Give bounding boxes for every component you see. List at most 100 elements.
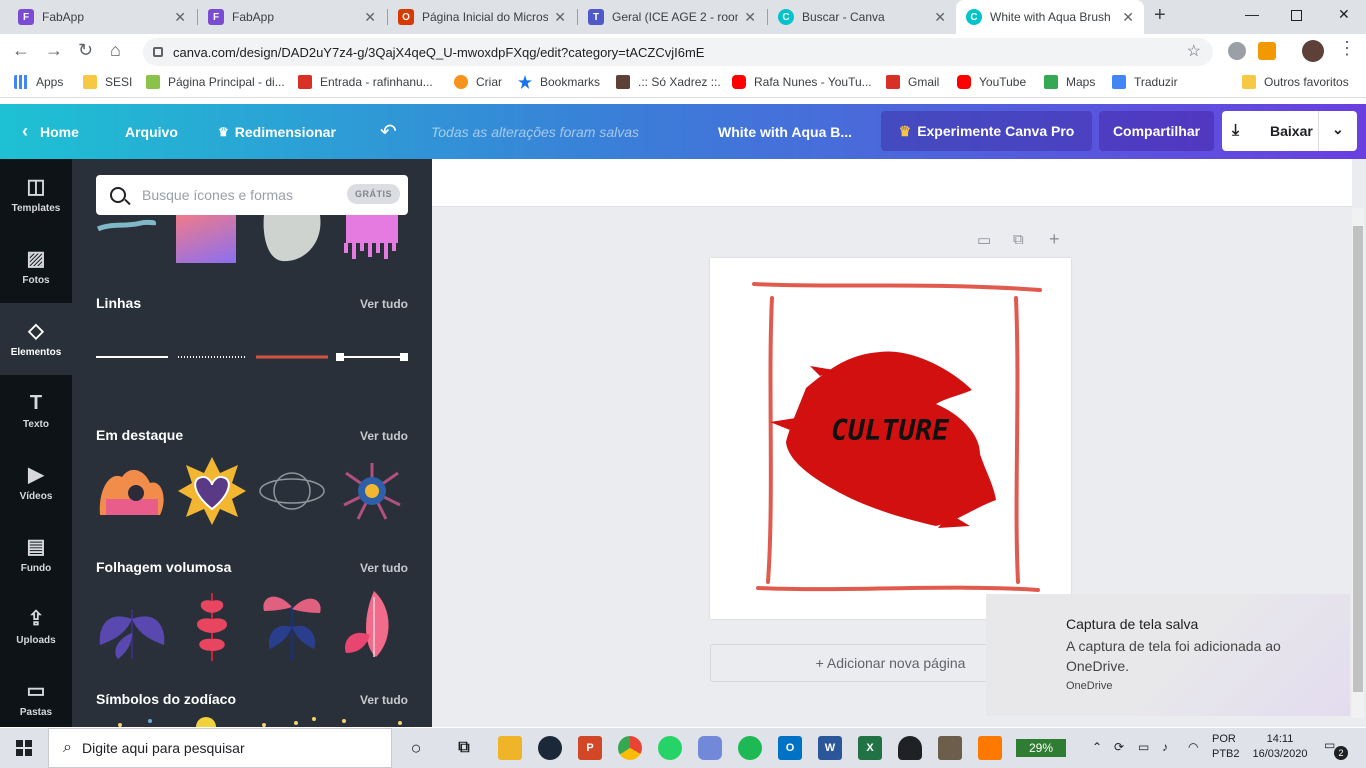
forward-icon[interactable]: → xyxy=(45,40,63,61)
rail-item-videos[interactable]: ▶ Vídeos xyxy=(0,447,72,519)
bookmark-rafa-nunes[interactable]: Rafa Nunes - YouTu... xyxy=(732,75,872,89)
avatar[interactable] xyxy=(1302,40,1324,62)
foliage-thumbnail[interactable] xyxy=(336,587,408,663)
foliage-thumbnail[interactable] xyxy=(256,587,328,663)
chrome-icon[interactable] xyxy=(618,736,642,760)
see-all-featured-link[interactable]: Ver tudo xyxy=(360,429,408,443)
bookmark-star-icon[interactable]: ☆ xyxy=(1187,41,1201,61)
bookmark-criar[interactable]: Criar xyxy=(454,75,502,89)
share-button[interactable]: Compartilhar xyxy=(1099,111,1214,151)
zodiac-thumbnail[interactable] xyxy=(256,715,328,727)
resize-button[interactable]: ♛ Redimensionar xyxy=(218,104,336,159)
avast-icon[interactable] xyxy=(978,736,1002,760)
address-bar[interactable]: canva.com/design/DAD2uY7z4-g/3QajX4qeQ_U… xyxy=(143,38,1213,66)
people-icon[interactable] xyxy=(898,736,922,760)
close-tab-icon[interactable]: ✕ xyxy=(934,9,946,26)
bookmark-apps[interactable]: Apps xyxy=(14,75,63,89)
whatsapp-icon[interactable] xyxy=(658,736,682,760)
zodiac-thumbnail[interactable] xyxy=(336,715,408,727)
key-extension-icon[interactable] xyxy=(1258,42,1276,60)
screenshot-saved-notification[interactable]: Captura de tela salva A captura de tela … xyxy=(986,594,1350,716)
zodiac-thumbnail[interactable] xyxy=(96,715,168,727)
browser-tab[interactable]: F FabApp ✕ xyxy=(8,0,196,34)
word-icon[interactable]: W xyxy=(818,736,842,760)
zodiac-thumbnail[interactable] xyxy=(176,715,248,727)
sync-icon[interactable]: ⟳ xyxy=(1114,740,1124,754)
rail-item-background[interactable]: ▤ Fundo xyxy=(0,519,72,591)
back-icon[interactable]: ← xyxy=(12,40,30,61)
design-page[interactable]: CULTURE xyxy=(710,258,1071,619)
task-view-icon[interactable]: ⧉ xyxy=(452,736,476,760)
close-tab-icon[interactable]: ✕ xyxy=(744,9,756,26)
bookmark-entrada[interactable]: Entrada - rafinhanu... xyxy=(298,75,433,89)
discord-icon[interactable] xyxy=(698,736,722,760)
bookmark-outros-favoritos[interactable]: Outros favoritos xyxy=(1242,75,1349,89)
line-brush[interactable] xyxy=(256,349,328,365)
see-all-zodiac-link[interactable]: Ver tudo xyxy=(360,693,408,707)
powerpoint-icon[interactable]: P xyxy=(578,736,602,760)
outlook-icon[interactable]: O xyxy=(778,736,802,760)
close-tab-icon[interactable]: ✕ xyxy=(174,9,186,26)
vertical-scrollbar-thumb[interactable] xyxy=(1353,226,1363,692)
minimize-icon[interactable]: — xyxy=(1245,6,1259,22)
browser-tab-active[interactable]: C White with Aqua Brush ✕ xyxy=(956,0,1144,34)
bookmark-maps[interactable]: Maps xyxy=(1044,75,1095,89)
close-tab-icon[interactable]: ✕ xyxy=(364,9,376,26)
file-explorer-icon[interactable] xyxy=(498,736,522,760)
see-all-foliage-link[interactable]: Ver tudo xyxy=(360,561,408,575)
cortana-icon[interactable]: ○ xyxy=(404,736,428,760)
volume-icon[interactable]: ♪ xyxy=(1162,740,1168,754)
undo-icon[interactable]: ↶ xyxy=(380,104,397,159)
chevron-down-icon[interactable]: ⌄ xyxy=(1332,121,1344,138)
bookmark-pagina-principal[interactable]: Página Principal - di... xyxy=(146,75,285,89)
line-dotted[interactable] xyxy=(178,349,246,365)
input-language[interactable]: POR PTB2 xyxy=(1212,733,1240,760)
duplicate-page-icon[interactable]: ⧉ xyxy=(1013,231,1024,248)
element-thumbnail[interactable] xyxy=(344,215,404,263)
bookmark-youtube[interactable]: YouTube xyxy=(957,75,1026,89)
extension-icon[interactable] xyxy=(1228,42,1246,60)
rail-item-uploads[interactable]: ⇪ Uploads xyxy=(0,591,72,663)
bookmark-so-xadrez[interactable]: .:: Só Xadrez ::. xyxy=(616,75,721,89)
reload-icon[interactable]: ↻ xyxy=(78,40,93,61)
element-thumbnail[interactable] xyxy=(336,459,408,523)
home-icon[interactable]: ⌂ xyxy=(110,40,121,61)
bookmark-bookmarks[interactable]: Bookmarks xyxy=(518,75,600,89)
wifi-icon[interactable]: ◠ xyxy=(1188,740,1198,754)
windows-start-button[interactable] xyxy=(0,728,48,768)
battery-indicator[interactable]: 29% xyxy=(1016,739,1066,757)
close-window-icon[interactable]: ✕ xyxy=(1338,6,1350,23)
maximize-icon[interactable] xyxy=(1291,10,1302,21)
browser-tab[interactable]: T Geral (ICE AGE 2 - room ✕ xyxy=(578,0,766,34)
rail-item-elements[interactable]: ◇ Elementos xyxy=(0,303,72,375)
chevron-up-icon[interactable]: ⌃ xyxy=(1092,740,1102,754)
element-thumbnail[interactable] xyxy=(96,459,168,523)
rail-item-text[interactable]: T Texto xyxy=(0,375,72,447)
home-button[interactable]: ‹ Home xyxy=(22,104,79,159)
gimp-icon[interactable] xyxy=(938,736,962,760)
add-page-icon[interactable]: + xyxy=(1049,229,1060,250)
rail-item-folders[interactable]: ▭ Pastas xyxy=(0,663,72,735)
line-endpoints[interactable] xyxy=(336,349,408,365)
excel-icon[interactable]: X xyxy=(858,736,882,760)
menu-icon[interactable]: ⋮ xyxy=(1338,38,1356,59)
download-button[interactable]: ⤓ Baixar ⌄ xyxy=(1222,111,1357,151)
rail-item-photos[interactable]: ▨ Fotos xyxy=(0,231,72,303)
document-title[interactable]: White with Aqua B... xyxy=(718,104,852,159)
steam-icon[interactable] xyxy=(538,736,562,760)
element-thumbnail[interactable] xyxy=(96,215,158,235)
element-thumbnail[interactable] xyxy=(262,215,322,263)
element-search-box[interactable]: Busque ícones e formas GRÁTIS xyxy=(96,175,408,215)
clock[interactable]: 14:11 16/03/2020 xyxy=(1250,733,1310,760)
element-thumbnail[interactable] xyxy=(256,459,328,523)
spotify-icon[interactable] xyxy=(738,736,762,760)
browser-tab[interactable]: C Buscar - Canva ✕ xyxy=(768,0,956,34)
foliage-thumbnail[interactable] xyxy=(176,587,248,663)
bookmark-gmail[interactable]: Gmail xyxy=(886,75,939,89)
bookmark-traduzir[interactable]: Traduzir xyxy=(1112,75,1178,89)
try-canva-pro-button[interactable]: ♛ Experimente Canva Pro xyxy=(881,111,1092,151)
close-tab-icon[interactable]: ✕ xyxy=(554,9,566,26)
file-menu-button[interactable]: Arquivo xyxy=(125,104,178,159)
battery-icon[interactable]: ▭ xyxy=(1138,740,1149,754)
taskbar-search-box[interactable]: ⌕ Digite aqui para pesquisar xyxy=(48,728,392,768)
